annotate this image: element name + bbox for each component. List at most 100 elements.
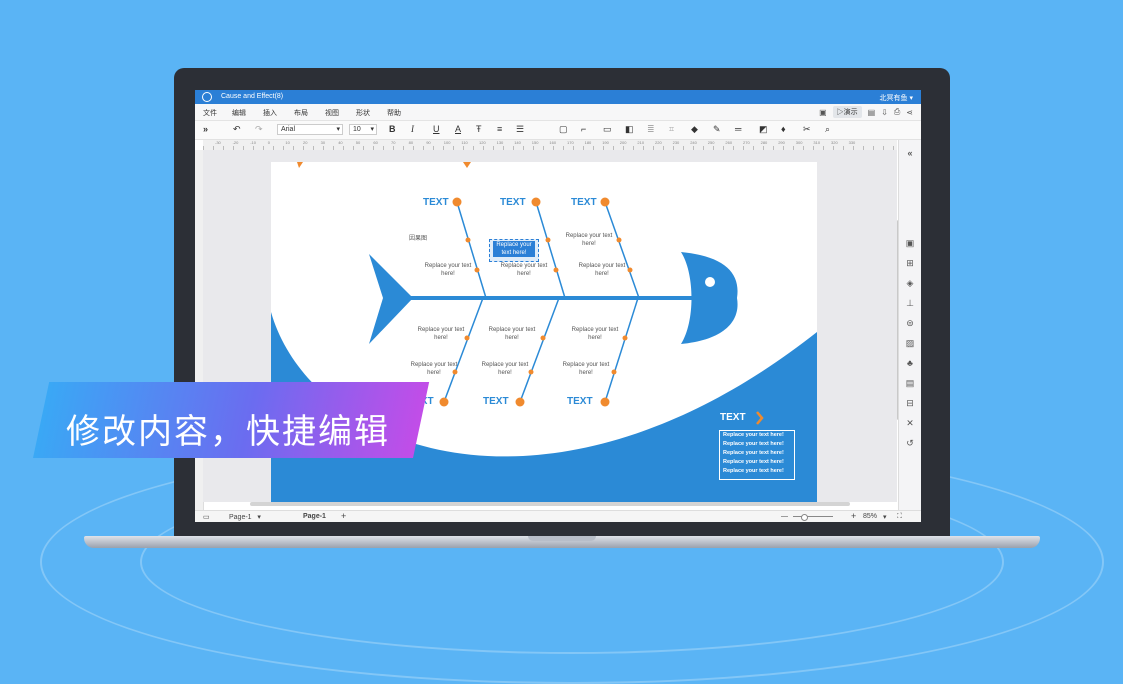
laptop-notch bbox=[528, 536, 596, 541]
font-color-button[interactable]: A bbox=[455, 124, 461, 134]
status-bar: ▭ Page-1 ▾ Page-1 + — + 85% ▾ ⛶ bbox=[195, 510, 921, 522]
branch-text[interactable]: Replace your text here! bbox=[475, 361, 535, 377]
fill-color-icon[interactable]: ◆ bbox=[691, 124, 698, 135]
bottom-header[interactable]: TEXT bbox=[567, 396, 593, 407]
menu-view[interactable]: 视图 bbox=[325, 108, 339, 118]
export-icon[interactable]: ⇩ bbox=[881, 108, 888, 117]
style-panel-icon[interactable]: ▣ bbox=[905, 238, 915, 248]
ruler-tick-label: 200 bbox=[619, 140, 627, 145]
bold-button[interactable]: B bbox=[389, 124, 396, 134]
ruler-tick-label: 80 bbox=[408, 140, 414, 145]
zoom-slider-handle[interactable] bbox=[801, 514, 808, 521]
branch-text[interactable]: Replace your text here! bbox=[418, 262, 478, 278]
hierarchy-panel-icon[interactable]: ♣ bbox=[905, 358, 915, 368]
right-sidebar: « ▣ ⊞ ◈ ⊥ ⊜ ▨ ♣ ▤ ⊟ ✕ ↺ bbox=[898, 140, 921, 510]
top-header[interactable]: TEXT bbox=[423, 197, 449, 208]
arrange-panel-icon[interactable]: ⊟ bbox=[905, 398, 915, 408]
branch-text[interactable]: Replace your text here! bbox=[482, 326, 542, 342]
pen-icon[interactable]: ✎ bbox=[713, 124, 721, 135]
page-selector[interactable]: Page-1 ▾ bbox=[229, 513, 261, 521]
format-painter-icon[interactable]: ♦ bbox=[781, 124, 786, 134]
tail-list[interactable]: Replace your text here! Replace your tex… bbox=[719, 430, 795, 480]
zoom-dropdown-icon[interactable]: ▾ bbox=[883, 513, 887, 521]
app-logo-icon[interactable] bbox=[202, 92, 212, 102]
redo-icon[interactable]: ↷ bbox=[255, 124, 263, 135]
line-style-icon[interactable]: ═ bbox=[735, 124, 741, 134]
font-size-select[interactable]: 10 ▾ bbox=[349, 124, 377, 135]
ruler-tick-label: 0 bbox=[267, 140, 271, 145]
ruler-tick-label: 280 bbox=[760, 140, 768, 145]
print-icon[interactable]: ⎙ bbox=[894, 107, 900, 117]
add-page-button[interactable]: + bbox=[341, 511, 346, 521]
zoom-in-button[interactable]: + bbox=[851, 511, 856, 521]
branch-text[interactable]: Replace your text here! bbox=[565, 326, 625, 342]
zoom-out-button[interactable]: — bbox=[781, 513, 788, 520]
ruler-tick-label: 100 bbox=[443, 140, 451, 145]
zoom-level[interactable]: 85% bbox=[863, 513, 877, 520]
shadow-icon[interactable]: ◩ bbox=[759, 124, 768, 135]
italic-button[interactable]: I bbox=[411, 124, 414, 134]
sub-node bbox=[545, 237, 551, 243]
strikethrough-icon[interactable]: Ŧ bbox=[476, 124, 482, 134]
undo-icon[interactable]: ↶ bbox=[233, 124, 241, 135]
top-header[interactable]: TEXT bbox=[571, 197, 597, 208]
ruler-tick-label: 90 bbox=[426, 140, 431, 145]
layers-panel-icon[interactable]: ◈ bbox=[905, 278, 915, 288]
selected-text[interactable]: Replace your text here! bbox=[493, 241, 535, 257]
font-family-select[interactable]: Arial ▾ bbox=[277, 124, 343, 135]
top-header[interactable]: TEXT bbox=[500, 197, 526, 208]
branch-text[interactable]: Replace your text here! bbox=[494, 262, 554, 278]
align-icon[interactable]: ≡ bbox=[497, 124, 502, 134]
menu-file[interactable]: 文件 bbox=[203, 108, 217, 118]
page-view-icon[interactable]: ▭ bbox=[203, 513, 210, 521]
page-selector-value: Page-1 bbox=[229, 514, 252, 521]
image-icon[interactable]: ▭ bbox=[603, 124, 612, 135]
spacing-panel-icon[interactable]: ⊥ bbox=[905, 298, 915, 308]
menu-help[interactable]: 帮助 bbox=[387, 108, 401, 118]
search-icon[interactable]: ⌕ bbox=[825, 124, 830, 135]
underline-button[interactable]: U bbox=[433, 124, 440, 134]
collapse-sidebar-icon[interactable]: « bbox=[905, 148, 915, 158]
tail-list-item: Replace your text here! bbox=[723, 441, 784, 447]
menu-shape[interactable]: 形状 bbox=[356, 108, 370, 118]
branch-text[interactable]: Replace your text here! bbox=[411, 326, 471, 342]
fullscreen-icon[interactable]: ⛶ bbox=[897, 513, 902, 521]
page-panel-icon[interactable]: ▤ bbox=[905, 378, 915, 388]
image-panel-icon[interactable]: ▨ bbox=[905, 338, 915, 348]
tail-title[interactable]: TEXT bbox=[720, 412, 746, 423]
save-icon[interactable]: ▤ bbox=[868, 108, 876, 117]
history-panel-icon[interactable]: ↺ bbox=[905, 438, 915, 448]
ruler-tick-label: 170 bbox=[567, 140, 574, 145]
menu-edit[interactable]: 编辑 bbox=[232, 108, 246, 118]
list-icon[interactable]: ≣ bbox=[647, 124, 655, 135]
bottom-header[interactable]: TEXT bbox=[483, 396, 509, 407]
menu-layout[interactable]: 布局 bbox=[294, 108, 308, 118]
shuffle-panel-icon[interactable]: ✕ bbox=[905, 418, 915, 428]
grid-panel-icon[interactable]: ⊞ bbox=[905, 258, 915, 268]
promo-banner-text: 修改内容，快捷编辑 bbox=[66, 412, 390, 452]
page-tab[interactable]: Page-1 bbox=[303, 513, 326, 520]
branch-text[interactable]: Replace your text here! bbox=[559, 232, 619, 248]
crop-icon[interactable]: ⌗ bbox=[669, 124, 674, 135]
ruler-tick-label: 260 bbox=[725, 140, 733, 145]
tail-list-item: Replace your text here! bbox=[723, 432, 784, 438]
share-icon[interactable]: ⋖ bbox=[906, 108, 913, 117]
present-button[interactable]: ▷演示 bbox=[832, 106, 862, 118]
cause-label[interactable]: 因果图 bbox=[409, 235, 459, 243]
zoom-slider[interactable] bbox=[793, 516, 833, 517]
text-box-icon[interactable]: ▢ bbox=[559, 124, 568, 135]
menu-insert[interactable]: 插入 bbox=[263, 108, 277, 118]
branch-text[interactable]: Replace your text here! bbox=[404, 361, 464, 377]
branch-text[interactable]: Replace your text here! bbox=[572, 262, 632, 278]
user-menu[interactable]: 北冥有鱼 ▾ bbox=[880, 93, 913, 103]
horizontal-scrollbar[interactable] bbox=[250, 502, 850, 506]
collapse-toolbar-icon[interactable]: » bbox=[203, 124, 208, 134]
tail-list-item: Replace your text here! bbox=[723, 450, 784, 456]
line-spacing-icon[interactable]: ☰ bbox=[516, 124, 524, 135]
connector-icon[interactable]: ⌐ bbox=[581, 124, 586, 134]
data-panel-icon[interactable]: ⊜ bbox=[905, 318, 915, 328]
tools-icon[interactable]: ✂ bbox=[803, 124, 811, 135]
branch-text[interactable]: Replace your text here! bbox=[556, 361, 616, 377]
comment-icon[interactable]: ▣ bbox=[819, 108, 827, 117]
layer-icon[interactable]: ◧ bbox=[625, 124, 634, 135]
